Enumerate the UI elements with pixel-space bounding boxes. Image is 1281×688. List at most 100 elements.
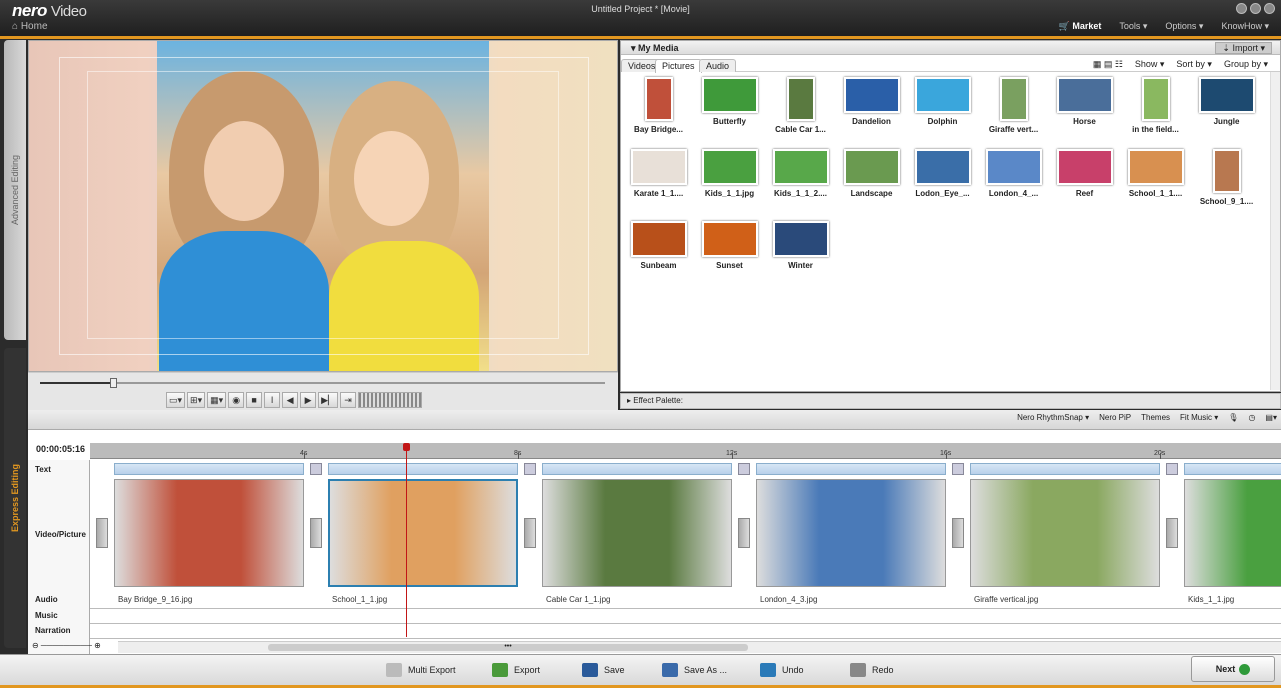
media-item[interactable]: London_4_... [978,149,1049,213]
redo-button[interactable]: Redo [842,657,902,683]
media-caption: Butterfly [713,117,746,126]
stop-icon[interactable]: ■ [246,392,263,408]
timeline-clip[interactable] [1184,479,1281,587]
play-icon[interactable]: ▶ [300,392,317,408]
aspect-icon[interactable]: ⊞▾ [187,392,206,408]
display-mode-icon[interactable]: ▭▾ [166,392,186,408]
next-button[interactable]: Next [1191,656,1275,682]
themes-button[interactable]: Themes [1141,413,1170,422]
scrub-handle[interactable] [110,378,118,388]
media-scrollbar[interactable] [1270,72,1280,390]
text-track-slot[interactable] [328,463,518,475]
effect-palette[interactable]: ▸ Effect Palette: [620,393,1281,409]
media-item[interactable]: Cable Car 1... [765,77,836,141]
layout-icon[interactable]: ▦▾ [207,392,227,408]
tab-pictures[interactable]: Pictures [655,59,702,73]
group-dropdown[interactable]: Group by ▾ [1224,59,1268,70]
rhythmsnap-button[interactable]: Nero RhythmSnap ▾ [1017,413,1089,422]
transition-slot[interactable] [738,518,750,548]
transition-slot[interactable] [310,518,322,548]
show-dropdown[interactable]: Show ▾ [1135,59,1165,70]
text-transition[interactable] [1166,463,1178,475]
timeline-clip[interactable] [328,479,518,587]
export-button[interactable]: Export [484,657,548,683]
next-frame-icon[interactable]: ▶▏ [318,392,338,408]
media-item[interactable]: Winter [765,221,836,285]
knowhow-menu[interactable]: KnowHow ▾ [1221,21,1269,32]
save-button[interactable]: Save [574,657,633,683]
timeline-clip[interactable] [970,479,1160,587]
options-menu[interactable]: Options ▾ [1165,21,1203,32]
minimize-icon[interactable] [1236,3,1247,14]
close-icon[interactable] [1264,3,1275,14]
market-menu[interactable]: 🛒 Market [1059,21,1102,32]
zoom-slider[interactable]: ⊖ ───────── ⊕ [32,641,112,653]
media-item[interactable]: Sunbeam [623,221,694,285]
media-item[interactable]: Reef [1049,149,1120,213]
mark-out-icon[interactable]: ⇥ [339,392,356,408]
scrub-slider[interactable] [40,378,605,388]
multi-export-button[interactable]: Multi Export [378,657,464,683]
media-item[interactable]: Landscape [836,149,907,213]
media-item[interactable]: Karate 1_1.... [623,149,694,213]
transition-slot[interactable] [96,518,108,548]
mark-in-icon[interactable]: I [264,392,281,408]
media-item[interactable]: School_9_1.... [1191,149,1262,213]
restore-icon[interactable] [1250,3,1261,14]
text-track-slot[interactable] [114,463,304,475]
playhead[interactable] [403,443,410,637]
pip-button[interactable]: Nero PiP [1099,413,1131,422]
text-transition[interactable] [524,463,536,475]
microphone-icon[interactable]: 🎙 [1228,413,1238,422]
media-item[interactable]: Lodon_Eye_... [907,149,978,213]
home-link[interactable]: ⌂ Home [12,21,48,32]
media-item[interactable]: Kids_1_1.jpg [694,149,765,213]
save-as-button[interactable]: Save As ... [654,657,735,683]
text-track-slot[interactable] [542,463,732,475]
text-transition[interactable] [310,463,322,475]
transition-slot[interactable] [952,518,964,548]
media-item[interactable]: School_1_1.... [1120,149,1191,213]
tab-advanced-editing[interactable]: Advanced Editing [4,40,26,340]
timeline-clip[interactable] [756,479,946,587]
text-track-slot[interactable] [1184,463,1281,475]
media-caption: Dolphin [927,117,958,126]
tools-menu[interactable]: Tools ▾ [1119,21,1147,32]
media-item[interactable]: Giraffe vert... [978,77,1049,141]
timeline-clip[interactable] [542,479,732,587]
media-thumbnail [1056,77,1113,113]
transition-slot[interactable] [1166,518,1178,548]
previous-frame-icon[interactable]: ◀ [282,392,299,408]
tab-express-editing[interactable]: Express Editing [4,348,26,648]
sort-dropdown[interactable]: Sort by ▾ [1176,59,1212,70]
settings-icon[interactable]: ▤▾ [1265,413,1277,422]
media-item[interactable]: Bay Bridge... [623,77,694,141]
undo-button[interactable]: Undo [752,657,812,683]
media-thumbnail [644,77,673,121]
media-item[interactable]: in the field... [1120,77,1191,141]
view-mode-icon[interactable]: ▦ ▤ ☷ [1093,59,1123,70]
text-track-slot[interactable] [756,463,946,475]
timeline-scrollbar[interactable]: ••• [118,641,1281,653]
text-transition[interactable] [738,463,750,475]
snapshot-icon[interactable]: ◉ [228,392,245,408]
fit-music-button[interactable]: Fit Music ▾ [1180,413,1218,422]
timer-icon[interactable]: ◷ [1248,413,1255,422]
timeline-ruler[interactable]: 4s 8s 12s 16s 20s [90,443,1281,459]
media-item[interactable]: Dandelion [836,77,907,141]
text-transition[interactable] [952,463,964,475]
timeline-clip[interactable] [114,479,304,587]
media-item[interactable]: Kids_1_1_2.... [765,149,836,213]
transition-slot[interactable] [524,518,536,548]
my-media-header[interactable]: ▾ My Media ⇣ Import ▾ [621,41,1280,55]
jog-shuttle[interactable] [357,392,422,408]
media-item[interactable]: Jungle [1191,77,1262,141]
tab-audio[interactable]: Audio [699,59,737,72]
media-item[interactable]: Butterfly [694,77,765,141]
text-track-slot[interactable] [970,463,1160,475]
import-button[interactable]: ⇣ Import ▾ [1215,42,1272,54]
media-item[interactable]: Horse [1049,77,1120,141]
media-item[interactable]: Dolphin [907,77,978,141]
media-item[interactable]: Sunset [694,221,765,285]
media-thumbnail [772,149,829,185]
